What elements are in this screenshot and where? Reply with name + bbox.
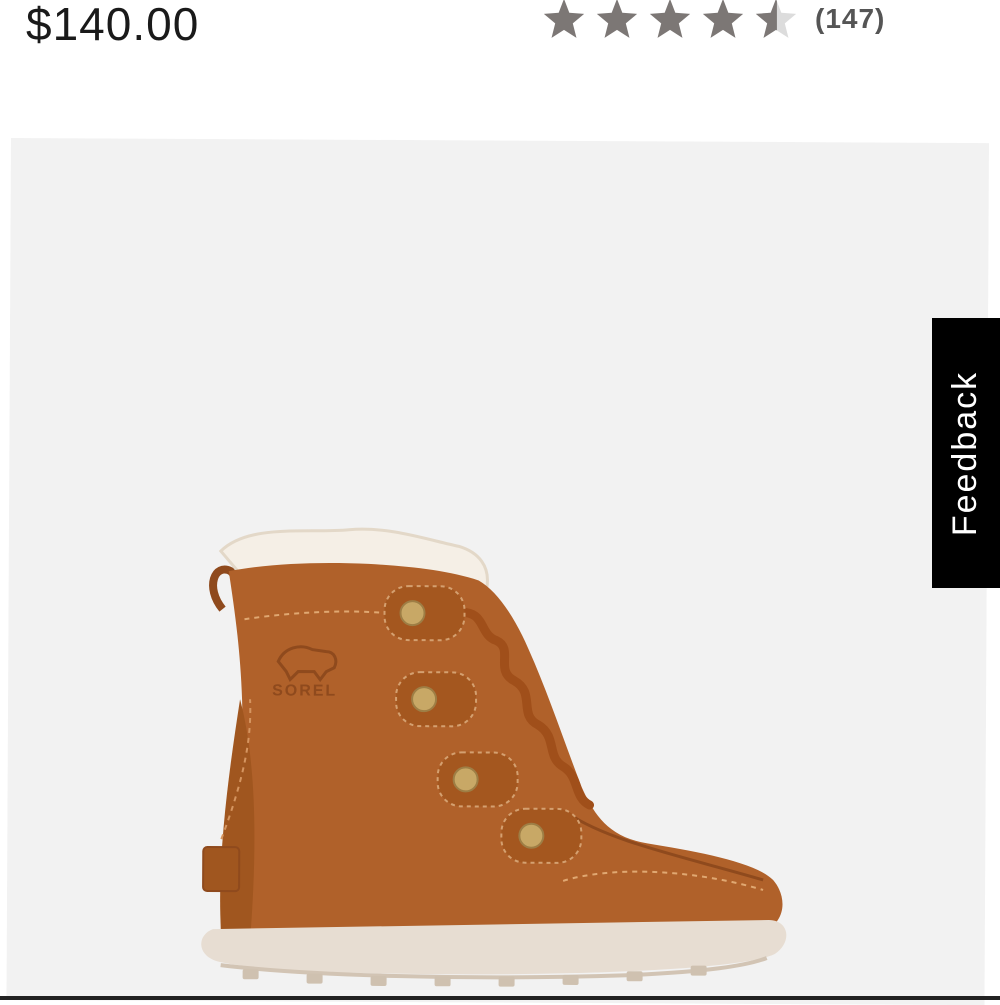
star-half-icon bbox=[755, 0, 797, 38]
feedback-button[interactable]: Feedback bbox=[932, 318, 1000, 588]
boot-image: SOREL bbox=[201, 527, 787, 987]
star-full-icon bbox=[596, 0, 638, 38]
page-bottom-border bbox=[0, 996, 1000, 1000]
star-rating bbox=[540, 0, 805, 41]
star-full-icon bbox=[702, 0, 744, 38]
star-full-icon bbox=[649, 0, 691, 38]
product-rating[interactable]: (147) bbox=[540, 0, 885, 44]
feedback-label: Feedback bbox=[946, 370, 985, 536]
product-image[interactable]: SOREL bbox=[6, 138, 989, 1005]
svg-text:SOREL: SOREL bbox=[272, 682, 337, 699]
star-full-icon bbox=[543, 0, 585, 38]
review-count[interactable]: (147) bbox=[815, 3, 885, 35]
product-price: $140.00 bbox=[26, 0, 200, 50]
